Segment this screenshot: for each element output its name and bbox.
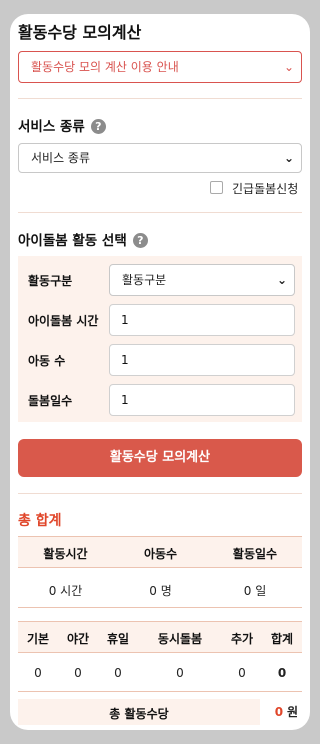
summary-value-cell: 0 시간 [48,584,83,598]
activity-type-label: 활동구분 [28,274,73,288]
help-icon[interactable]: ? [132,233,148,248]
activity-panel: 활동구분 활동구분 ⌄ 아이돌봄 시간 1 아동 수 1 돌봄일수 1 [18,256,302,422]
detail-header-cell: 합계 [270,632,294,646]
total-allowance-label: 총 활동수당 [109,707,169,721]
child-count-input[interactable]: 1 [109,344,295,376]
detail-header-cell: 추가 [230,632,254,646]
divider [18,607,302,608]
detail-header-cell: 동시돌봄 [157,632,203,646]
summary-header-cell: 아동수 [143,547,178,561]
detail-table-header: 기본 야간 휴일 동시돌봄 추가 합계 [18,621,302,653]
chevron-down-icon: ⌄ [283,151,294,165]
calculate-button[interactable]: 활동수당 모의계산 [18,439,302,477]
total-allowance-value: 0 원 [260,699,302,725]
activity-section-label: 아이돌봄 활동 선택? [18,229,148,249]
page-title: 활동수당 모의계산 [18,23,142,42]
child-count-label: 아동 수 [28,354,66,368]
detail-total-cell: 0 [277,666,287,680]
care-hours-input[interactable]: 1 [109,304,295,336]
urgent-checkbox-label: 긴급돌봄신청 [232,182,299,196]
care-days-label: 돌봄일수 [28,394,73,408]
activity-type-value: 활동구분 [122,273,167,287]
detail-value-cell: 0 [176,666,184,680]
care-days-input[interactable]: 1 [109,384,295,416]
total-allowance-amount: 0 [274,705,284,719]
detail-value-cell: 0 [34,666,42,680]
total-allowance-unit: 원 [286,705,298,719]
divider [18,98,302,99]
care-hours-label: 아이돌봄 시간 [28,314,99,328]
urgent-checkbox[interactable] [210,181,223,194]
chevron-down-icon: ⌄ [283,60,294,74]
summary-header-cell: 활동일수 [232,547,278,561]
detail-header-cell: 기본 [26,632,50,646]
total-allowance-row: 총 활동수당 0 원 [18,699,302,725]
detail-header-cell: 휴일 [106,632,130,646]
divider [18,493,302,494]
total-title: 총 합계 [18,513,62,529]
guide-select-value: 활동수당 모의 계산 이용 안내 [31,60,179,74]
detail-header-cell: 야간 [66,632,90,646]
service-select[interactable]: 서비스 종류 ⌄ [18,143,302,173]
summary-table-header: 활동시간 아동수 활동일수 [18,536,302,568]
service-select-value: 서비스 종류 [31,151,91,165]
device-frame: 활동수당 모의계산 활동수당 모의 계산 이용 안내 ⌄ 서비스 종류? 서비스… [0,0,320,744]
detail-value-cell: 0 [238,666,246,680]
summary-value-cell: 0 일 [243,584,267,598]
detail-value-cell: 0 [74,666,82,680]
divider [18,212,302,213]
help-icon[interactable]: ? [90,119,106,134]
summary-value-cell: 0 명 [149,584,172,598]
activity-type-select[interactable]: 활동구분 ⌄ [109,264,295,296]
divider [18,691,302,692]
guide-select[interactable]: 활동수당 모의 계산 이용 안내 ⌄ [18,51,302,83]
detail-value-cell: 0 [114,666,122,680]
chevron-down-icon: ⌄ [276,273,287,287]
calculator-card: 활동수당 모의계산 활동수당 모의 계산 이용 안내 ⌄ 서비스 종류? 서비스… [10,14,310,730]
summary-header-cell: 활동시간 [43,547,88,561]
service-section-label: 서비스 종류? [18,115,106,135]
